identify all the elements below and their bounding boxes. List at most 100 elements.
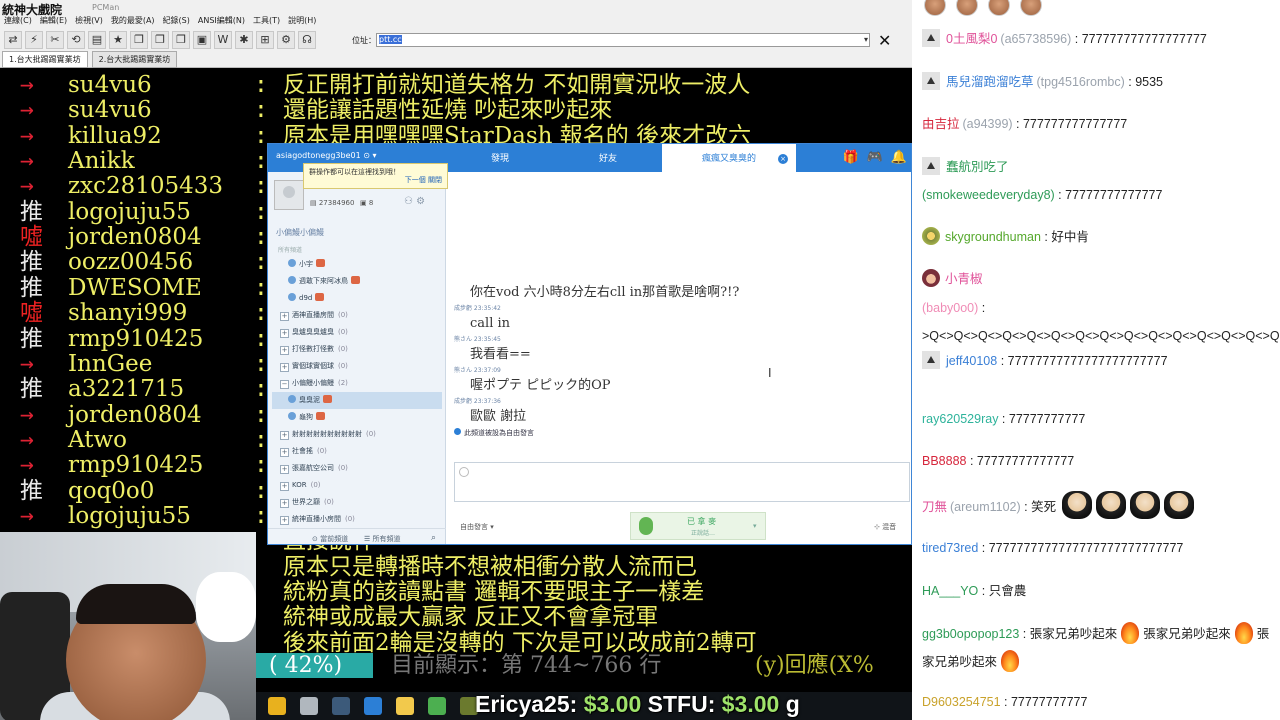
voice-app-icon[interactable] [428, 697, 446, 715]
favorite-icon[interactable]: ★ [109, 31, 127, 49]
voice-tab[interactable]: 好友 [554, 144, 662, 172]
mix-button[interactable]: ⊹ 混音 [874, 522, 896, 532]
chevron-down-icon[interactable]: ▾ [753, 522, 757, 530]
expand-toggle-icon[interactable]: + [280, 448, 289, 457]
all-channels-button[interactable]: ☰ 所有頻道 [364, 534, 401, 544]
user-action-icons[interactable]: ⚇ ⚙ [404, 196, 425, 207]
channel-room[interactable]: + 世界之巔 (0) [272, 494, 442, 511]
mod-icon[interactable] [922, 72, 940, 90]
mod-icon[interactable] [922, 351, 940, 369]
connect-icon[interactable]: ⇄ [4, 31, 22, 49]
chat-username[interactable]: 刀無 [922, 500, 947, 514]
channel-room[interactable]: + KOR (0) [272, 477, 442, 494]
chat-username[interactable]: skygroundhuman [945, 230, 1041, 244]
gift-icon[interactable]: 🎁 [842, 150, 858, 165]
menu-item[interactable]: 工具(T) [253, 15, 280, 26]
tooltip-links[interactable]: 下一個 關閉 [405, 176, 442, 185]
expand-toggle-icon[interactable]: + [280, 465, 289, 474]
chat-username[interactable]: HA___YO [922, 584, 978, 598]
ansi-icon[interactable]: ▤ [88, 31, 106, 49]
chat-username[interactable]: 馬兒溜跑溜吃草 [946, 75, 1034, 89]
settings-icon[interactable]: ⚙ [277, 31, 295, 49]
chat-username[interactable]: 蠢航別吃了 [946, 160, 1009, 174]
address-input[interactable]: ptt.cc ▾ [376, 33, 870, 47]
menu-item[interactable]: 紀錄(S) [163, 15, 190, 26]
chat-username[interactable]: ray620529ray [922, 412, 998, 426]
connection-tab[interactable]: 1.台大批踢踢實業坊 [2, 51, 88, 68]
chat-username[interactable]: tired73red [922, 541, 978, 555]
reconnect-icon[interactable]: ✂ [46, 31, 64, 49]
wiki-icon[interactable]: W [214, 31, 232, 49]
close-icon[interactable]: × [778, 154, 788, 164]
steam-icon[interactable] [332, 697, 350, 715]
voice-tab[interactable]: 發現 [446, 144, 554, 172]
menu-item[interactable]: 說明(H) [288, 15, 316, 26]
channel-room[interactable]: + 張嘉航空公司 (0) [272, 460, 442, 477]
channel-room[interactable]: + 社會搖 (0) [272, 443, 442, 460]
copy-all-icon[interactable]: ❐ [172, 31, 190, 49]
expand-toggle-icon[interactable]: + [280, 312, 289, 321]
avatar[interactable] [274, 180, 304, 210]
channel-room[interactable]: + 統神直播小房間 (0) [272, 511, 442, 528]
menu-item[interactable]: 檢視(V) [75, 15, 103, 26]
menu-item[interactable]: ANSI編輯(N) [198, 15, 245, 26]
message-input[interactable] [454, 462, 910, 502]
channel-room[interactable]: + 實個球實個球 (0) [272, 358, 442, 375]
chat-username[interactable]: gg3b0opopop123 [922, 627, 1019, 641]
channel-user[interactable]: 週敢下來阿冰鳥 [272, 273, 442, 290]
channel-room[interactable]: + 酒神直播房間 (0) [272, 307, 442, 324]
channel-room[interactable]: + 打怪數打怪數 (0) [272, 341, 442, 358]
expand-toggle-icon[interactable]: + [280, 482, 289, 491]
expand-toggle-icon[interactable]: + [280, 346, 289, 355]
menu-item[interactable]: 我的最愛(A) [111, 15, 155, 26]
channel-user[interactable]: 小宇 [272, 256, 442, 273]
copy-icon[interactable]: ❐ [130, 31, 148, 49]
pcman-icon[interactable] [364, 697, 382, 715]
chat-username[interactable]: jeff40108 [946, 354, 997, 368]
channel-room[interactable]: + 臭爐臭臭爐臭 (0) [272, 324, 442, 341]
channel-room[interactable]: − 小偏鰻小偏鰻 (2) [272, 375, 442, 392]
expand-toggle-icon[interactable]: − [280, 380, 289, 389]
close-icon[interactable]: ✕ [878, 31, 891, 50]
channel-user[interactable]: d9d [272, 290, 442, 307]
mod-icon[interactable] [922, 29, 940, 47]
expand-toggle-icon[interactable]: + [280, 516, 289, 525]
expand-toggle-icon[interactable]: + [280, 363, 289, 372]
chat-username[interactable]: BB8888 [922, 454, 966, 468]
speak-mode-select[interactable]: 自由發言 ▾ [460, 522, 494, 532]
menu-item[interactable]: 連線(C) [4, 15, 32, 26]
chat-username[interactable]: 由吉拉 [922, 117, 960, 131]
emoji-icon[interactable] [459, 467, 469, 477]
disconnect-icon[interactable]: ⚡ [25, 31, 43, 49]
account-name[interactable]: asiagodtonegg3be01 ⊙ ▾ [276, 151, 377, 160]
channel-user[interactable]: 臭臭泥 [272, 392, 442, 409]
chat-username[interactable]: D9603254751 [922, 695, 1001, 709]
expand-toggle-icon[interactable]: + [280, 431, 289, 440]
current-channel-button[interactable]: ⊙ 當前頻道 [312, 534, 348, 544]
search-icon[interactable]: ⌕ [431, 533, 436, 543]
chrome-icon[interactable] [268, 697, 286, 715]
chevron-down-icon[interactable]: ▾ [864, 34, 868, 46]
expand-toggle-icon[interactable]: + [280, 329, 289, 338]
mod-icon[interactable] [922, 157, 940, 175]
chat-username[interactable]: 小青椒 [945, 272, 983, 286]
bell-icon[interactable]: 🔔 [891, 150, 907, 165]
connection-tab[interactable]: 2.台大批踢踢實業坊 [91, 51, 178, 68]
window-icon[interactable]: ⊞ [256, 31, 274, 49]
menu-item[interactable]: 編輯(E) [40, 15, 67, 26]
expand-toggle-icon[interactable]: + [280, 499, 289, 508]
pcman-icon[interactable]: ☊ [298, 31, 316, 49]
gear-icon[interactable]: ✱ [235, 31, 253, 49]
mic-button[interactable]: 已 拿 麥 正說話… ▾ [630, 512, 766, 540]
chat-username[interactable]: 0土風梨0 [946, 32, 997, 46]
save-icon[interactable]: ▣ [193, 31, 211, 49]
voice-tab[interactable]: 瘋瘋又臭臭的 × [662, 144, 796, 172]
folder-icon[interactable] [396, 697, 414, 715]
paste-icon[interactable]: ❐ [151, 31, 169, 49]
channel-room[interactable]: + 射射射射射射射射射射 (0) [272, 426, 442, 443]
gamepad-icon[interactable]: 🎮 [867, 150, 883, 165]
reconnect-all-icon[interactable]: ⟲ [67, 31, 85, 49]
channel-user[interactable]: 龜狗 [272, 409, 442, 426]
cursor-icon[interactable] [300, 697, 318, 715]
member-count: (0) [338, 345, 348, 353]
